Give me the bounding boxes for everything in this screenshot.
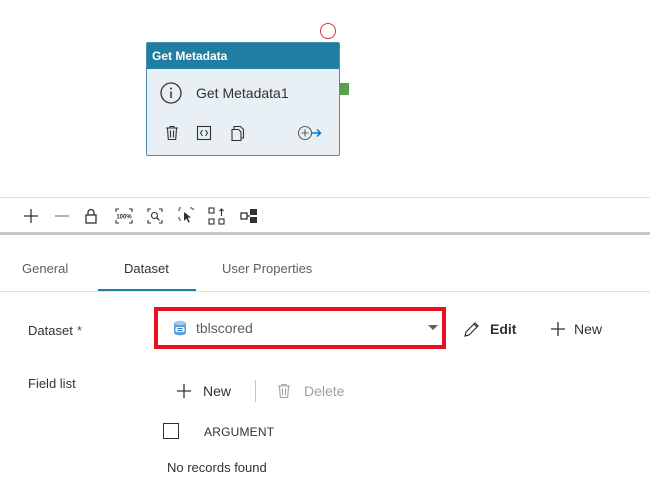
status-circle-icon (320, 23, 336, 39)
field-new-button[interactable]: New (175, 382, 231, 400)
lock-icon[interactable] (81, 206, 101, 226)
zoom-in-icon[interactable] (21, 206, 41, 226)
dataset-dropdown[interactable]: tblscored (160, 313, 440, 343)
code-icon[interactable] (195, 124, 213, 142)
edit-label: Edit (490, 321, 517, 337)
chevron-down-icon (428, 325, 438, 330)
new-dataset-button[interactable]: New (549, 320, 602, 338)
output-port[interactable] (340, 83, 349, 95)
activity-type-label: Get Metadata (147, 43, 339, 69)
required-marker: * (76, 323, 82, 338)
tab-dataset[interactable]: Dataset (124, 261, 169, 276)
field-list-label: Field list (28, 376, 76, 391)
tab-user-properties[interactable]: User Properties (222, 261, 312, 276)
active-tab-indicator (98, 289, 196, 291)
plus-icon (175, 382, 193, 400)
properties-tabs: General Dataset User Properties (0, 235, 650, 292)
zoom-100-text: 100% (116, 215, 132, 221)
pencil-icon (462, 320, 480, 338)
trash-icon[interactable] (163, 124, 181, 142)
layout-icon[interactable] (239, 206, 259, 226)
new-label: New (574, 321, 603, 337)
zoom-to-fit-icon[interactable] (145, 206, 165, 226)
add-output-arrow-icon[interactable] (297, 124, 323, 142)
toolbar-divider (255, 380, 256, 402)
empty-state-text: No records found (167, 460, 267, 475)
select-all-checkbox[interactable] (163, 423, 179, 439)
field-delete-button[interactable]: Delete (275, 382, 344, 400)
select-icon[interactable] (176, 206, 196, 226)
zoom-100-icon[interactable]: 100% (114, 206, 134, 226)
dataset-selected-value: tblscored (196, 320, 253, 336)
activity-name: Get Metadata1 (196, 85, 289, 101)
dataset-label-text: Dataset (28, 323, 73, 338)
plus-icon (549, 320, 567, 338)
zoom-out-icon[interactable] (52, 206, 72, 226)
canvas-toolbar: 100% (0, 197, 650, 235)
trash-icon (275, 382, 293, 400)
field-delete-label: Delete (304, 383, 345, 399)
auto-align-icon[interactable] (207, 206, 227, 226)
edit-dataset-button[interactable]: Edit (462, 320, 516, 338)
argument-column-header: ARGUMENT (204, 425, 275, 439)
pipeline-canvas[interactable]: Get Metadata Get Metadata1 (0, 0, 650, 197)
copy-icon[interactable] (229, 124, 247, 142)
tab-general[interactable]: General (22, 261, 68, 276)
field-new-label: New (203, 383, 232, 399)
get-metadata-activity[interactable]: Get Metadata Get Metadata1 (146, 42, 340, 156)
dataset-label: Dataset * (28, 323, 82, 338)
sql-database-icon (173, 320, 187, 336)
info-icon[interactable] (160, 82, 182, 104)
